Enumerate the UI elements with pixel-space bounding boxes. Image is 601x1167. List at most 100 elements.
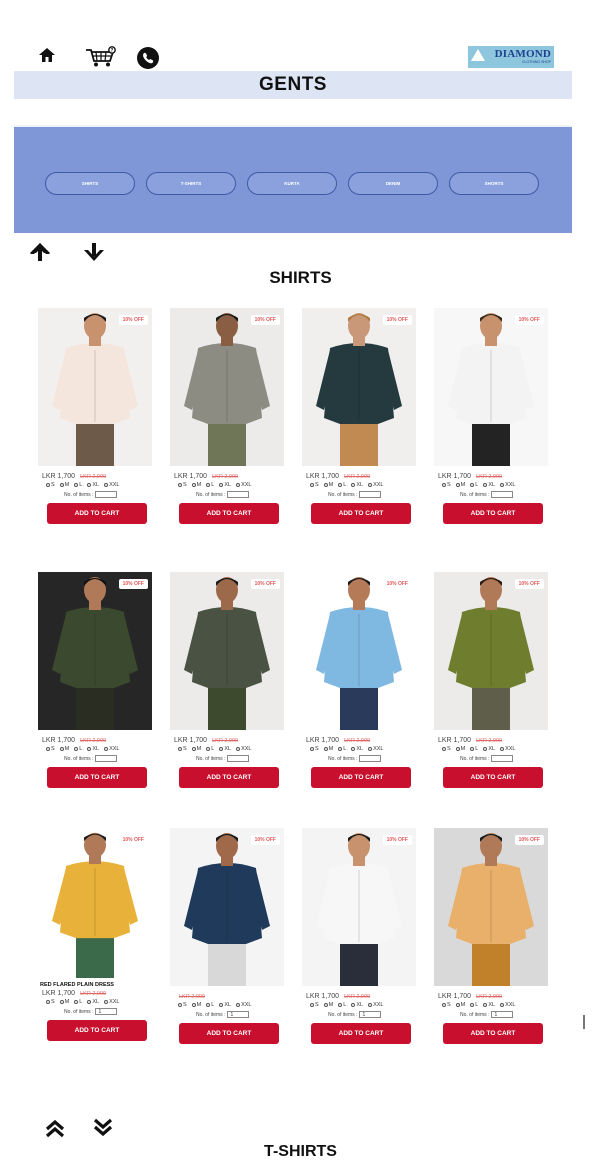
size-radio[interactable] [219, 747, 224, 751]
size-option[interactable]: XL [351, 746, 363, 752]
size-radio[interactable] [351, 1003, 356, 1007]
size-option[interactable]: S [310, 1002, 319, 1008]
size-option[interactable]: XXL [236, 746, 251, 752]
size-option[interactable]: XL [87, 999, 99, 1005]
size-radio[interactable] [368, 483, 373, 487]
quantity-input[interactable]: 1 [227, 1011, 250, 1018]
size-radio[interactable] [206, 1003, 211, 1007]
brand-logo[interactable]: DIAMOND CLOTHING SHOP [468, 46, 554, 68]
size-option[interactable]: XXL [500, 1002, 515, 1008]
product-image[interactable]: 10% OFF [434, 308, 548, 466]
size-radio[interactable] [219, 483, 224, 487]
size-radio[interactable] [236, 483, 241, 487]
size-option[interactable]: XXL [368, 746, 383, 752]
size-radio[interactable] [206, 747, 211, 751]
size-option[interactable]: L [470, 1002, 478, 1008]
size-radio[interactable] [323, 1003, 328, 1007]
quantity-input[interactable]: 1 [95, 1008, 118, 1015]
quantity-input[interactable] [359, 491, 382, 498]
size-radio[interactable] [219, 1003, 224, 1007]
product-image[interactable]: 10% OFF [302, 828, 416, 986]
size-option[interactable]: XXL [368, 482, 383, 488]
add-to-cart-button[interactable]: ADD TO CART [311, 503, 411, 524]
size-radio[interactable] [178, 1003, 182, 1007]
size-radio[interactable] [455, 1003, 460, 1007]
add-to-cart-button[interactable]: ADD TO CART [47, 503, 147, 524]
size-option[interactable]: XXL [500, 746, 515, 752]
size-option[interactable]: S [442, 1002, 451, 1008]
scrollbar-thumb[interactable] [583, 1015, 585, 1029]
add-to-cart-button[interactable]: ADD TO CART [443, 767, 543, 788]
size-option[interactable]: L [470, 482, 478, 488]
size-option[interactable]: XXL [236, 482, 251, 488]
size-radio[interactable] [338, 1003, 343, 1007]
size-option[interactable]: XL [219, 482, 231, 488]
size-radio[interactable] [74, 483, 79, 487]
size-option[interactable]: M [455, 482, 465, 488]
size-radio[interactable] [351, 747, 356, 751]
size-option[interactable]: L [206, 746, 214, 752]
size-radio[interactable] [74, 747, 79, 751]
category-button-shorts[interactable]: SHORTS [449, 172, 539, 195]
size-option[interactable]: S [442, 482, 451, 488]
category-button-kurta[interactable]: KURTA [247, 172, 337, 195]
size-radio[interactable] [87, 747, 92, 751]
double-down-arrow-icon[interactable] [90, 1116, 116, 1138]
size-option[interactable]: XXL [500, 482, 515, 488]
quantity-input[interactable] [95, 755, 118, 762]
size-option[interactable]: L [74, 746, 82, 752]
size-radio[interactable] [323, 747, 328, 751]
size-option[interactable]: L [338, 746, 346, 752]
size-option[interactable]: S [178, 1002, 187, 1008]
size-option[interactable]: L [470, 746, 478, 752]
size-radio[interactable] [191, 1003, 196, 1007]
product-image[interactable]: 10% OFF [38, 308, 152, 466]
size-radio[interactable] [87, 1000, 92, 1004]
size-option[interactable]: S [310, 746, 319, 752]
size-option[interactable]: L [206, 482, 214, 488]
add-to-cart-button[interactable]: ADD TO CART [47, 767, 147, 788]
size-radio[interactable] [442, 483, 446, 487]
product-image[interactable]: 10% OFF [170, 572, 284, 730]
product-image[interactable]: 10% OFF [170, 828, 284, 986]
size-option[interactable]: S [46, 746, 55, 752]
size-radio[interactable] [310, 483, 314, 487]
add-to-cart-button[interactable]: ADD TO CART [311, 1023, 411, 1044]
size-radio[interactable] [104, 483, 109, 487]
size-radio[interactable] [470, 747, 475, 751]
size-radio[interactable] [59, 483, 64, 487]
size-option[interactable]: XXL [236, 1002, 251, 1008]
size-option[interactable]: L [74, 482, 82, 488]
size-radio[interactable] [338, 747, 343, 751]
cart-icon[interactable]: ? [84, 46, 118, 68]
size-radio[interactable] [500, 1003, 505, 1007]
add-to-cart-button[interactable]: ADD TO CART [179, 1023, 279, 1044]
size-option[interactable]: L [338, 1002, 346, 1008]
size-radio[interactable] [323, 483, 328, 487]
size-option[interactable]: XL [219, 746, 231, 752]
product-image[interactable]: 10% OFF [302, 308, 416, 466]
size-option[interactable]: M [323, 482, 333, 488]
size-option[interactable]: M [323, 746, 333, 752]
product-image[interactable]: 10% OFF [434, 828, 548, 986]
size-option[interactable]: M [59, 746, 69, 752]
quantity-input[interactable] [491, 491, 514, 498]
size-option[interactable]: M [455, 1002, 465, 1008]
size-option[interactable]: S [178, 746, 187, 752]
size-option[interactable]: XXL [104, 746, 119, 752]
size-radio[interactable] [500, 747, 505, 751]
category-button-t-shirts[interactable]: T-SHIRTS [146, 172, 236, 195]
size-option[interactable]: L [206, 1002, 214, 1008]
size-option[interactable]: XXL [368, 1002, 383, 1008]
size-radio[interactable] [455, 747, 460, 751]
size-option[interactable]: S [310, 482, 319, 488]
category-button-shirts[interactable]: SHIRTS [45, 172, 135, 195]
size-radio[interactable] [483, 1003, 488, 1007]
size-option[interactable]: S [46, 482, 55, 488]
size-radio[interactable] [87, 483, 92, 487]
size-radio[interactable] [500, 483, 505, 487]
size-option[interactable]: S [178, 482, 187, 488]
product-image[interactable]: 10% OFF [38, 572, 152, 730]
size-radio[interactable] [191, 483, 196, 487]
size-radio[interactable] [310, 747, 314, 751]
